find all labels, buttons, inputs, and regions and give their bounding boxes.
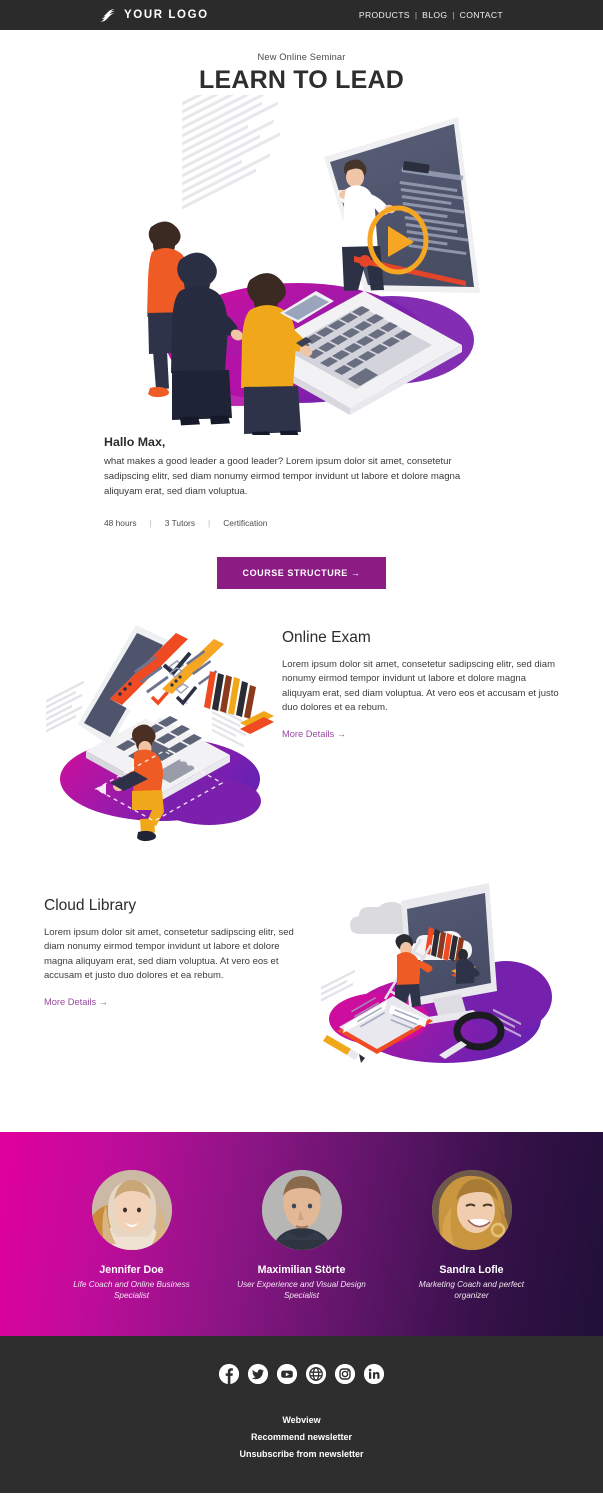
portrait-woman-blonde-icon [91, 1169, 172, 1250]
team-member-name: Sandra Lofle [439, 1263, 504, 1276]
twitter-icon[interactable] [248, 1363, 268, 1384]
brand-name: YOUR LOGO [124, 9, 209, 21]
hero-section: New Online Seminar LEARN TO LEAD [0, 30, 603, 95]
hero-illustration [146, 95, 480, 435]
avatar [431, 1169, 512, 1250]
course-meta-row: 48 hours | 3 Tutors | Certification [104, 518, 499, 528]
youtube-icon[interactable] [277, 1363, 297, 1384]
intro-paragraph: what makes a good leader a good leader? … [104, 456, 461, 498]
website-globe-icon[interactable] [306, 1363, 326, 1384]
online-exam-illustration [46, 624, 274, 841]
cta-section: COURSE STRUCTURE → [0, 556, 603, 589]
team-member-role: Marketing Coach and perfect organizer [418, 1279, 525, 1301]
nav-item-contact[interactable]: CONTACT [460, 10, 503, 20]
social-links [0, 1363, 603, 1384]
feature-text-block: Cloud Library Lorem ipsum dolor sit amet… [44, 879, 321, 1010]
course-structure-button[interactable]: COURSE STRUCTURE → [216, 556, 387, 589]
intro-section: Hallo Max, what makes a good leader a go… [0, 435, 603, 528]
team-member-name: Jennifer Doe [99, 1263, 164, 1276]
site-header: YOUR LOGO PRODUCTS | BLOG | CONTACT [0, 0, 603, 30]
more-details-link-cloud-library[interactable]: More Details → [44, 997, 108, 1007]
feature-illustration-wrap [321, 879, 559, 1084]
main-nav: PRODUCTS | BLOG | CONTACT [359, 10, 503, 20]
feature-title: Online Exam [282, 628, 371, 646]
email-newsletter-page: YOUR LOGO PRODUCTS | BLOG | CONTACT New … [0, 0, 603, 1500]
nav-item-blog[interactable]: BLOG [422, 10, 447, 20]
feature-body: Lorem ipsum dolor sit amet, consetetur s… [44, 926, 294, 982]
feature-illustration-wrap [44, 611, 282, 851]
footer-link-webview[interactable]: Webview [0, 1412, 603, 1429]
feature-online-exam: Online Exam Lorem ipsum dolor sit amet, … [0, 611, 603, 851]
facebook-icon[interactable] [219, 1363, 239, 1384]
footer-link-unsubscribe[interactable]: Unsubscribe from newsletter [0, 1446, 603, 1463]
meta-separator: | [149, 517, 152, 528]
instagram-icon[interactable] [335, 1363, 355, 1384]
cloud-library-illustration [321, 882, 552, 1063]
team-member: Sandra Lofle Marketing Coach and perfect… [402, 1169, 542, 1302]
portrait-man-short-hair-icon [261, 1169, 342, 1250]
team-member-name: Maximilian Störte [257, 1263, 346, 1276]
more-details-link-online-exam[interactable]: More Details → [282, 729, 346, 739]
meta-tutors: 3 Tutors [164, 517, 196, 528]
avatar [261, 1169, 342, 1250]
page-title: LEARN TO LEAD [199, 66, 404, 94]
hero-kicker: New Online Seminar [257, 52, 346, 62]
feature-body: Lorem ipsum dolor sit amet, consetetur s… [282, 658, 559, 714]
team-member: Maximilian Störte User Experience and Vi… [232, 1169, 372, 1302]
meta-separator: | [208, 517, 211, 528]
feature-title: Cloud Library [44, 896, 137, 914]
nav-separator: | [414, 10, 418, 20]
brand-logo[interactable]: YOUR LOGO [100, 8, 209, 22]
site-footer: Webview Recommend newsletter Unsubscribe… [0, 1335, 603, 1493]
swoosh-logo-icon [100, 8, 116, 21]
feature-cloud-library: Cloud Library Lorem ipsum dolor sit amet… [0, 879, 603, 1084]
meta-duration: 48 hours [104, 517, 137, 528]
avatar [91, 1169, 172, 1250]
portrait-woman-laughing-icon [431, 1169, 512, 1250]
team-section: Jennifer Doe Life Coach and Online Busin… [0, 1131, 603, 1336]
meta-certification: Certification [223, 517, 268, 528]
team-member: Jennifer Doe Life Coach and Online Busin… [62, 1169, 202, 1302]
nav-separator: | [452, 10, 455, 20]
team-member-role: Life Coach and Online Business Specialis… [73, 1279, 190, 1301]
linkedin-icon[interactable] [364, 1363, 384, 1384]
feature-text-block: Online Exam Lorem ipsum dolor sit amet, … [282, 611, 559, 742]
footer-link-recommend[interactable]: Recommend newsletter [0, 1429, 603, 1446]
team-member-role: User Experience and Visual Design Specia… [237, 1279, 366, 1301]
nav-item-products[interactable]: PRODUCTS [359, 10, 410, 20]
greeting-text: Hallo Max, [104, 435, 166, 449]
